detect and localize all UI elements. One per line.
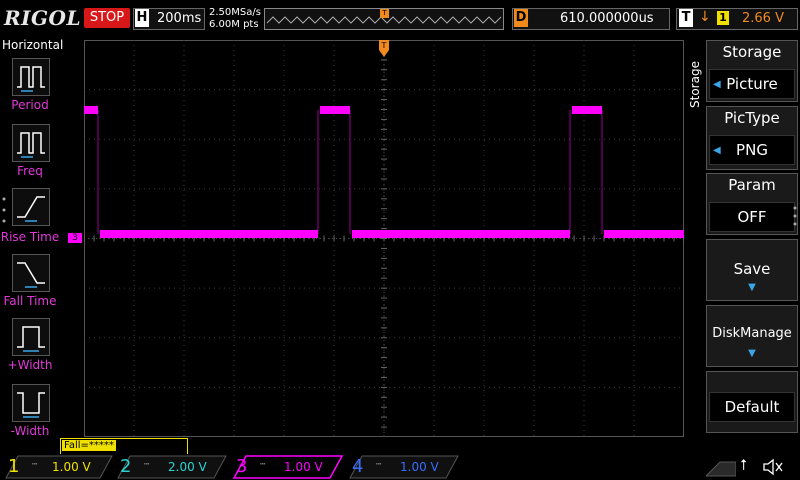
save-label: Save — [733, 260, 771, 278]
freq-label: Freq — [17, 164, 43, 178]
storage-card[interactable]: Storage Picture ◀ — [706, 40, 798, 102]
timebase-value: 200ms — [157, 11, 202, 26]
save-button[interactable]: Save ▼ — [706, 239, 798, 301]
pictype-title: PicType — [724, 109, 780, 127]
period-label: Period — [11, 98, 49, 112]
memory-depth: 6.00M pts — [209, 19, 259, 30]
trace-segment-low — [352, 230, 570, 238]
left-arrow-icon: ◀ — [713, 79, 721, 90]
channel-4-scale: 1.00 V — [400, 460, 439, 474]
down-arrow-icon: ▼ — [748, 282, 756, 293]
pictype-value: PNG — [709, 135, 795, 165]
neg-width-label: -Width — [10, 424, 50, 438]
menu-notch-icon[interactable] — [706, 456, 736, 478]
disk-manage-button[interactable]: DiskManage ▼ — [706, 305, 798, 367]
default-button[interactable]: Default — [706, 371, 798, 433]
delay-letter: D — [514, 9, 528, 27]
channel-3-offset-marker[interactable]: 3 — [68, 233, 82, 243]
disk-manage-label: DiskManage — [712, 326, 792, 341]
brand-logo: RIGOL — [4, 6, 82, 30]
dc-coupling-icon: ┅ — [260, 460, 266, 470]
left-panel-title: Horizontal — [2, 38, 64, 52]
param-card[interactable]: Param OFF — [706, 173, 798, 235]
dc-coupling-icon: ┅ — [32, 460, 38, 470]
trigger-pointer-icon: T — [379, 40, 389, 57]
dc-coupling-icon: ┅ — [144, 460, 150, 470]
fall-measurement: Fall=***** — [62, 440, 116, 451]
channel-3-tab[interactable]: 3 ┅ 1.00 V — [234, 456, 344, 478]
trace-segment-low — [100, 230, 318, 238]
falling-edge-icon: ↓ — [699, 9, 711, 25]
rise-time-button[interactable] — [12, 188, 50, 226]
trace-segment-high — [84, 106, 98, 114]
channel-4-number: 4 — [352, 456, 364, 477]
pos-width-icon — [17, 326, 45, 352]
storage-side-label: Storage — [688, 61, 702, 109]
rise-time-label: Rise Time — [0, 230, 60, 244]
fall-time-icon — [17, 262, 45, 288]
channel-3-scale: 1.00 V — [284, 460, 323, 474]
run-stop-indicator[interactable]: STOP — [84, 8, 130, 28]
channel-1-scale: 1.00 V — [52, 460, 91, 474]
pos-width-label: +Width — [7, 358, 53, 372]
period-button[interactable] — [12, 58, 50, 96]
trigger-position-marker: T — [380, 9, 389, 18]
dc-coupling-icon: ┅ — [376, 460, 382, 470]
channel-1-number: 1 — [8, 456, 20, 477]
channel-2-scale: 2.00 V — [168, 460, 207, 474]
freq-button[interactable] — [12, 124, 50, 162]
period-icon — [17, 66, 45, 92]
trace-segment-high — [320, 106, 350, 114]
pictype-card[interactable]: PicType PNG ◀ — [706, 106, 798, 170]
waveform-grid[interactable] — [84, 40, 684, 437]
timebase-letter: H — [135, 9, 149, 27]
param-value: OFF — [709, 202, 795, 232]
delay-value: 610.000000us — [560, 11, 654, 26]
pos-width-button[interactable] — [12, 318, 50, 356]
storage-value: Picture — [709, 69, 795, 99]
down-arrow-icon: ▼ — [748, 348, 756, 359]
channel-2-number: 2 — [120, 456, 132, 477]
speaker-muted-icon[interactable] — [762, 457, 784, 477]
left-arrow-icon: ◀ — [713, 145, 721, 156]
sample-rate: 2.50MSa/s — [209, 7, 261, 18]
param-title: Param — [728, 176, 776, 194]
scroll-dots-icon — [2, 197, 6, 223]
channel-4-tab[interactable]: 4 ┅ 1.00 V — [350, 456, 460, 478]
trigger-level: 2.66 V — [742, 11, 784, 26]
trace-segment-high — [572, 106, 602, 114]
default-label: Default — [709, 392, 795, 422]
channel-1-tab[interactable]: 1 ┅ 1.00 V — [6, 456, 116, 478]
grid-lines — [84, 40, 684, 437]
channel-2-tab[interactable]: 2 ┅ 2.00 V — [118, 456, 228, 478]
channel-3-number: 3 — [236, 456, 248, 477]
trigger-source: 1 — [717, 11, 729, 25]
trace-segment-low — [604, 230, 684, 238]
storage-title: Storage — [722, 43, 782, 61]
trigger-letter: T — [679, 9, 693, 27]
neg-width-button[interactable] — [12, 384, 50, 422]
svg-text:T: T — [381, 41, 387, 50]
fall-time-button[interactable] — [12, 254, 50, 292]
neg-width-icon — [17, 392, 45, 418]
usb-icon: ⭡ — [740, 456, 748, 474]
scroll-dots-icon — [793, 206, 797, 226]
freq-icon — [17, 132, 45, 158]
fall-time-label: Fall Time — [3, 294, 57, 308]
rise-time-icon — [17, 196, 45, 222]
